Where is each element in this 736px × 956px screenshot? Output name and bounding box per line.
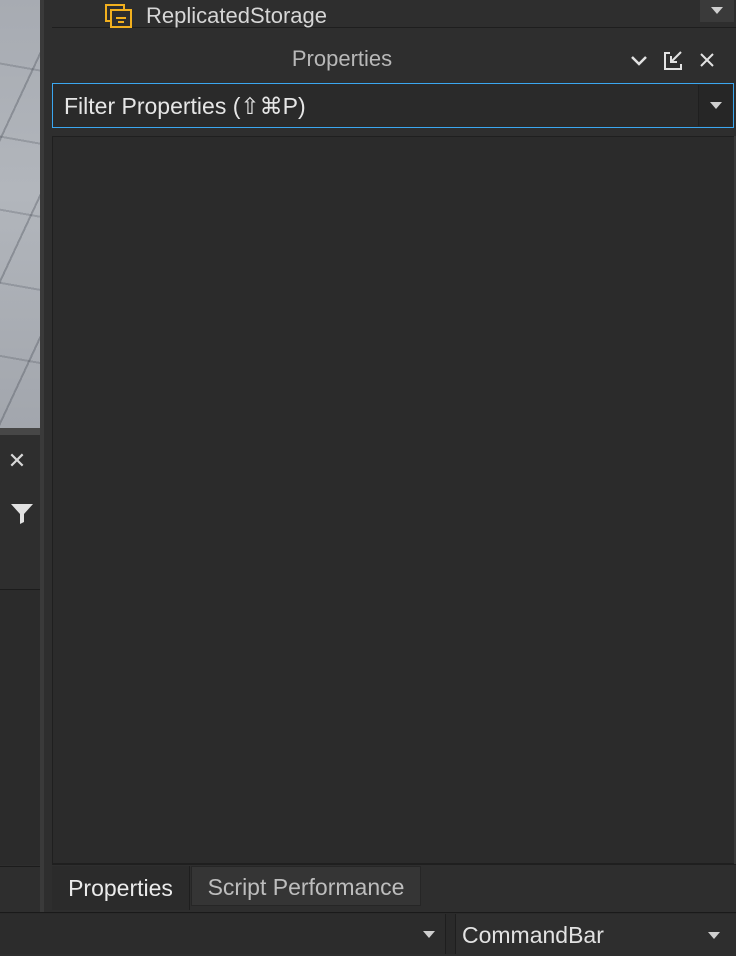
- command-input-dropdown[interactable]: [414, 914, 444, 954]
- command-input[interactable]: [0, 914, 446, 954]
- viewport-bottom-edge: [0, 428, 42, 435]
- collapse-button[interactable]: [626, 46, 652, 74]
- chevron-down-icon: [708, 932, 720, 939]
- command-bar-dropdown[interactable]: [702, 914, 730, 954]
- undock-icon: [664, 51, 682, 70]
- left-panel-close-icon[interactable]: ✕: [4, 448, 30, 474]
- command-bar-selector-label[interactable]: CommandBar: [462, 914, 604, 954]
- filter-icon[interactable]: [9, 500, 35, 526]
- tab-properties[interactable]: Properties: [52, 866, 190, 910]
- filter-properties-placeholder[interactable]: Filter Properties (⇧⌘P): [64, 84, 306, 128]
- undock-button[interactable]: [660, 46, 686, 74]
- explorer-item-label[interactable]: ReplicatedStorage: [146, 2, 327, 30]
- panel-divider[interactable]: [40, 0, 44, 954]
- left-panel-footer: [0, 866, 42, 910]
- chevron-down-icon: [711, 7, 723, 14]
- close-icon: [700, 53, 714, 67]
- tab-script-performance[interactable]: Script Performance: [191, 866, 421, 906]
- close-button[interactable]: [694, 46, 720, 74]
- replicated-storage-icon: [104, 4, 134, 28]
- explorer-scroll-down-button[interactable]: [700, 0, 734, 22]
- chevron-down-icon: [631, 56, 647, 66]
- chevron-down-icon: [710, 102, 722, 109]
- filter-dropdown-button[interactable]: [698, 85, 732, 126]
- viewport-3d[interactable]: [0, 0, 42, 428]
- properties-list: [52, 136, 734, 864]
- chevron-down-icon: [423, 931, 435, 938]
- panel-title: Properties: [291, 46, 393, 71]
